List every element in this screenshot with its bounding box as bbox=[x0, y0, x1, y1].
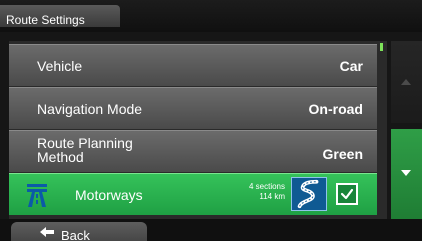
scroll-down-arrow-icon bbox=[401, 170, 411, 176]
route-planning-method-value: Green bbox=[322, 146, 363, 162]
title-bar: Route Settings bbox=[0, 0, 422, 32]
motorway-sign-icon bbox=[27, 184, 47, 207]
route-settings-screen: Route Settings Vehicle Car Navigation Mo… bbox=[0, 0, 422, 241]
back-button[interactable]: Back bbox=[11, 222, 147, 241]
motorways-row[interactable]: Motorways 4 sections 114 km bbox=[9, 173, 377, 215]
scroll-position-indicator bbox=[380, 43, 383, 51]
motorways-checkbox[interactable] bbox=[336, 183, 358, 205]
motorways-label: Motorways bbox=[75, 187, 143, 203]
back-label: Back bbox=[61, 228, 90, 241]
route-planning-method-label: Route Planning Method bbox=[37, 135, 133, 165]
vehicle-label: Vehicle bbox=[37, 58, 83, 74]
scroll-up-arrow-icon bbox=[401, 79, 411, 85]
motorway-sections-distance: 114 km bbox=[259, 192, 285, 201]
vehicle-setting-row[interactable]: Vehicle Car bbox=[9, 44, 377, 86]
navigation-mode-label: Navigation Mode bbox=[37, 101, 143, 117]
navigation-mode-value: On-road bbox=[308, 101, 363, 117]
checkmark-icon bbox=[340, 188, 354, 200]
page-title: Route Settings bbox=[6, 13, 85, 27]
back-arrow-icon bbox=[40, 227, 54, 237]
winding-road-graphic bbox=[297, 179, 319, 209]
vehicle-value: Car bbox=[339, 58, 363, 74]
route-planning-method-row[interactable]: Route Planning Method Green bbox=[9, 130, 377, 172]
scroll-up-button[interactable] bbox=[391, 41, 422, 123]
scroll-down-button[interactable] bbox=[391, 129, 422, 219]
motorway-sections-count: 4 sections bbox=[248, 182, 285, 191]
title-tab: Route Settings bbox=[0, 5, 120, 27]
navigation-mode-row[interactable]: Navigation Mode On-road bbox=[9, 87, 377, 129]
winding-road-icon[interactable] bbox=[291, 177, 327, 211]
